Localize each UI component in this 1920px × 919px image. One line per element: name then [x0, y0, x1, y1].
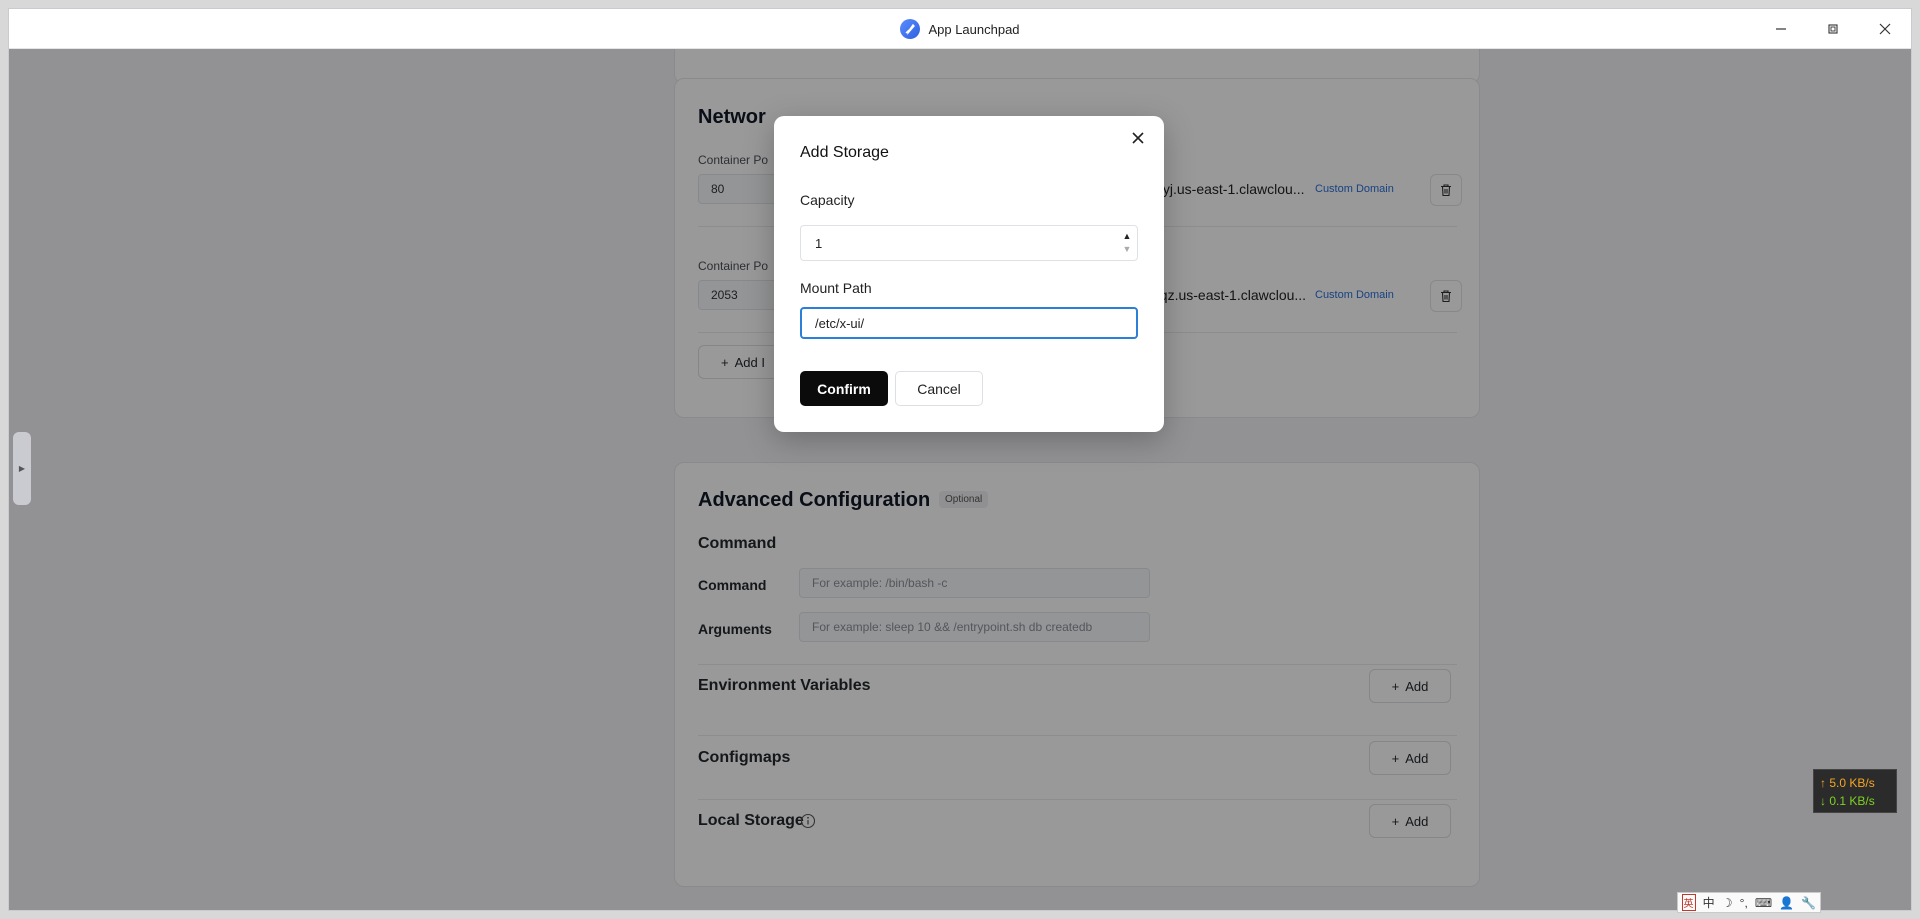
window-title: App Launchpad — [928, 21, 1020, 37]
network-speed-widget: ↑ 5.0 KB/s ↓ 0.1 KB/s — [1813, 769, 1897, 813]
close-window-button[interactable] — [1859, 9, 1911, 49]
title-bar: App Launchpad — [9, 9, 1911, 49]
download-speed: ↓ 0.1 KB/s — [1820, 794, 1875, 808]
dialog-title: Add Storage — [800, 144, 889, 161]
dialog-close-button[interactable] — [1126, 126, 1150, 150]
capacity-label: Capacity — [800, 192, 855, 208]
rocket-logo-icon — [900, 19, 921, 39]
ime-wrench-icon[interactable]: 🔧 — [1801, 896, 1816, 910]
close-icon — [1132, 132, 1144, 144]
sidebar-toggle-handle[interactable]: ▶ — [13, 432, 31, 505]
confirm-button[interactable]: Confirm — [800, 371, 888, 406]
ime-keyboard-icon[interactable]: ⌨ — [1755, 896, 1772, 910]
restore-button[interactable] — [1807, 9, 1859, 49]
ime-moon-icon[interactable]: ☽ — [1722, 896, 1733, 910]
mount-path-input[interactable]: /etc/x-ui/ — [800, 307, 1138, 339]
ime-punctuation-icon[interactable]: °, — [1740, 896, 1748, 910]
upload-speed: ↑ 5.0 KB/s — [1820, 776, 1875, 790]
mount-path-label: Mount Path — [800, 280, 872, 296]
restore-icon — [1828, 24, 1838, 34]
app-window: App Launchpad Networ Container Po 80 bly… — [8, 8, 1912, 911]
capacity-input[interactable]: 1 ▲ ▼ — [800, 225, 1138, 261]
cancel-button[interactable]: Cancel — [895, 371, 983, 406]
ime-english-icon[interactable]: 英 — [1681, 894, 1696, 911]
ime-toolbar: 英 中 ☽ °, ⌨ 👤 🔧 — [1677, 892, 1821, 913]
minimize-button[interactable] — [1755, 9, 1807, 49]
ime-chinese-icon[interactable]: 中 — [1703, 894, 1715, 911]
ime-user-icon[interactable]: 👤 — [1779, 896, 1794, 910]
close-icon — [1879, 23, 1891, 35]
caret-right-icon: ▶ — [18, 464, 26, 473]
minimize-icon — [1776, 28, 1786, 30]
add-storage-dialog: Add Storage Capacity 1 ▲ ▼ Mount Path /e… — [774, 116, 1164, 432]
decrement-arrow-icon[interactable]: ▼ — [1123, 243, 1132, 256]
capacity-stepper[interactable]: ▲ ▼ — [1117, 226, 1137, 260]
increment-arrow-icon[interactable]: ▲ — [1123, 230, 1132, 243]
